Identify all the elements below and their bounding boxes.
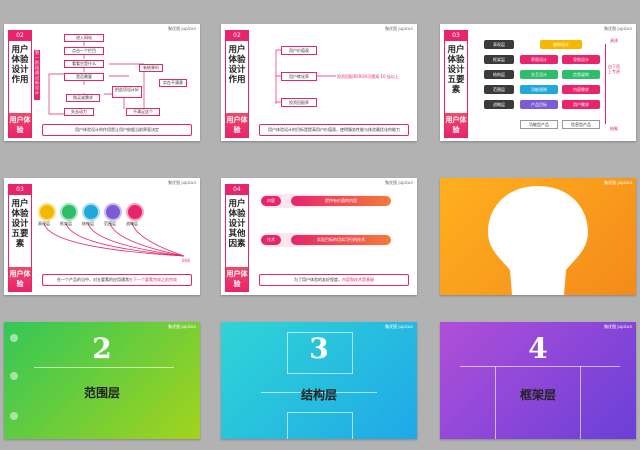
lightbulb-icon xyxy=(488,186,588,295)
flow-node: 实在不满意 xyxy=(159,79,187,87)
timeline-point-icon xyxy=(104,203,122,221)
slide-thumbnail-9[interactable]: 聚优图 jupicun 4 框架层 xyxy=(440,322,636,439)
slide-thumbnail-4[interactable]: 03 用户体验设计五要素 用户体验 聚优图 jupicun 表现层 框架层 结构… xyxy=(4,178,200,295)
layer-cell: 产品目标 xyxy=(520,100,558,109)
section-number: 3 xyxy=(309,332,329,365)
axis-top-label: 具体 xyxy=(610,38,618,43)
brand-watermark: 聚优图 jupicun xyxy=(385,324,413,329)
layer-cell: 用户需求 xyxy=(562,100,600,109)
factor-tag: 技术 xyxy=(261,235,281,245)
slide-thumbnail-1[interactable]: 02 用户体验设计作用 用户体验 第一阶段通过新设计 聚优图 jupicun 进… xyxy=(4,24,200,141)
brand-watermark: 聚优图 jupicun xyxy=(604,324,632,329)
slide-footnote: 用户体验设计的作用是让用户依据当前界面决定 xyxy=(42,124,192,136)
slide-thumbnail-8[interactable]: 聚优图 jupicun 3 结构层 xyxy=(221,322,417,439)
axis-mid-label: 自下而上专虑 xyxy=(608,64,620,74)
section-number: 4 xyxy=(528,332,548,365)
layer-label: 战略层 xyxy=(126,221,138,226)
flow-node: 进入网站 xyxy=(64,34,104,42)
axis-bottom-label: 抽象 xyxy=(610,126,618,131)
product-type: 信息型产品 xyxy=(562,120,600,129)
footnote-text: 为了用户体验的友好程度， xyxy=(294,277,342,282)
process-step: 投资回报率 xyxy=(281,98,317,107)
footnote-text: 在一个产品的当中，对五要素的应用通常 xyxy=(57,277,129,282)
layer-label: 范围层 xyxy=(104,221,116,226)
layer-cell: 内容需求 xyxy=(562,85,600,94)
brand-watermark: 聚优图 jupicun xyxy=(604,26,632,31)
frame-box xyxy=(287,412,353,439)
section-title: 范围层 xyxy=(83,386,120,400)
flow-node: 把此项设计好 xyxy=(112,86,142,98)
layer-label: 结构层 xyxy=(484,70,514,79)
factor-text-bar: 实现目标的切实可行的技术 xyxy=(291,235,391,245)
brand-watermark: 聚优图 jupicun xyxy=(168,324,196,329)
flow-node: 不满足这个 xyxy=(126,108,160,116)
layer-label: 结构层 xyxy=(82,221,94,226)
slide-thumbnail-7[interactable]: 聚优图 jupicun 2 范围层 xyxy=(4,322,200,439)
footnote-highlight: 在下一个要素完成之前完成 xyxy=(129,277,177,282)
flow-node: 购买或需求 xyxy=(66,94,100,102)
slide-sidebar: 04 用户体验设计其他因素 用户体验 xyxy=(225,184,249,292)
layer-cell: 交互设计 xyxy=(520,70,558,79)
layer-label: 框架层 xyxy=(60,221,72,226)
flow-node: 有结果吗 xyxy=(139,64,163,72)
slide-footnote: 在一个产品的当中，对五要素的应用通常在下一个要素完成之前完成 xyxy=(42,274,192,286)
slide-title: 用户体验设计五要素 xyxy=(447,45,465,95)
flow-node: 失去动力 xyxy=(64,108,94,116)
metric-text: 投资回报率(ROI)可提高 10 倍以上 xyxy=(337,74,399,79)
layer-label: 表现层 xyxy=(38,221,50,226)
timeline-point-icon xyxy=(38,203,56,221)
timeline-point-icon xyxy=(82,203,100,221)
factor-text-bar: 提供有价值的内容 xyxy=(291,196,391,206)
brand-watermark: 聚优图 jupicun xyxy=(385,180,413,185)
slide-tag: 用户体验 xyxy=(226,267,248,291)
axis-label: 时间 xyxy=(182,258,190,263)
direction-arrow-icon xyxy=(605,44,606,124)
layer-label: 框架层 xyxy=(484,55,514,64)
slide-footnote: 用户体验设计的目标是提高用户价值观，使得服务性能与体验最优化的能力 xyxy=(259,124,409,136)
slide-thumbnail-6[interactable]: 聚优图 jupicun xyxy=(440,178,636,295)
flow-node: 点击一个栏目 xyxy=(64,47,104,55)
section-title: 结构层 xyxy=(300,388,337,402)
slide-title: 用户体验设计其他因素 xyxy=(228,199,246,249)
slide-number: 04 xyxy=(226,185,248,195)
timeline-point-icon xyxy=(126,203,144,221)
hole-punch-icon xyxy=(10,372,18,380)
flow-node: 看看它是什么 xyxy=(64,60,104,68)
flow-node: 是否需要 xyxy=(64,73,104,81)
layer-cell: 导航设计 xyxy=(562,55,600,64)
layer-label: 范围层 xyxy=(484,85,514,94)
slide-number: 03 xyxy=(445,31,467,41)
section-number: 2 xyxy=(92,332,112,365)
slide-thumbnail-2[interactable]: 02 用户体验设计作用 用户体验 聚优图 jupicun 用户价值观 用户转化率… xyxy=(221,24,417,141)
layer-cell: 功能规格 xyxy=(520,85,558,94)
section-title: 框架层 xyxy=(519,388,556,402)
hole-punch-icon xyxy=(10,412,18,420)
slide-sidebar: 03 用户体验设计五要素 用户体验 xyxy=(444,30,468,138)
layer-cell: 信息架构 xyxy=(562,70,600,79)
frame-box xyxy=(460,366,620,367)
timeline-point-icon xyxy=(60,203,78,221)
process-step: 用户转化率 xyxy=(281,72,317,81)
presentation-thumbnail-grid: { "brand": "聚优图 jupicun", "slides": [ { … xyxy=(0,0,640,450)
process-step: 用户价值观 xyxy=(281,46,317,55)
layer-label: 战略层 xyxy=(484,100,514,109)
slide-footnote: 为了用户体验的友好程度，内容和技术是基础 xyxy=(259,274,409,286)
frame-line xyxy=(34,367,174,368)
slide-tag: 用户体验 xyxy=(445,113,467,137)
layer-cell: 感知设计 xyxy=(540,40,582,49)
slide-thumbnail-5[interactable]: 04 用户体验设计其他因素 用户体验 聚优图 jupicun 内容 提供有价值的… xyxy=(221,178,417,295)
layer-cell: 界面设计 xyxy=(520,55,558,64)
layer-label: 表现层 xyxy=(484,40,514,49)
factor-tag: 内容 xyxy=(261,196,281,206)
product-type: 功能型产品 xyxy=(520,120,558,129)
slide-thumbnail-3[interactable]: 03 用户体验设计五要素 用户体验 聚优图 jupicun 表现层 框架层 结构… xyxy=(440,24,636,141)
footnote-highlight: 内容和技术是基础 xyxy=(342,277,374,282)
